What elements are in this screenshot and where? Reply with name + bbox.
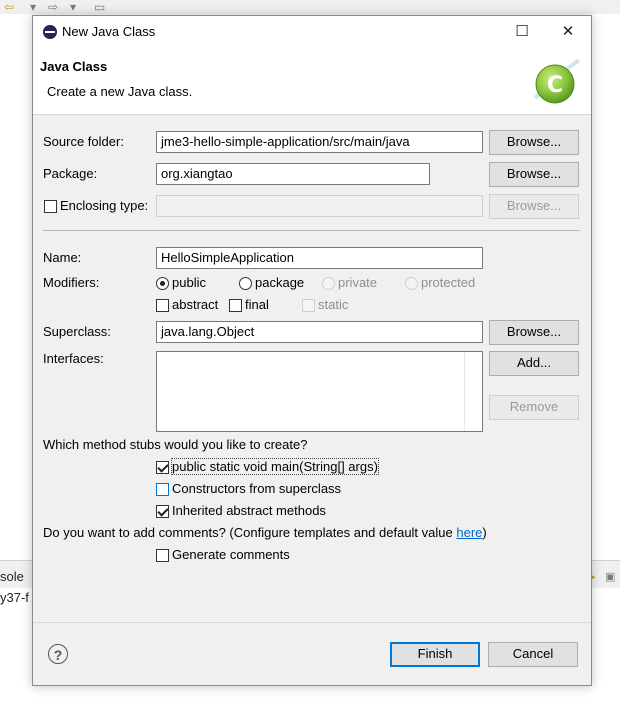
new-java-class-dialog: New Java Class ☐ ✕ Java Class Create a n… bbox=[32, 15, 592, 686]
final-label: final bbox=[245, 297, 269, 312]
source-folder-label: Source folder: bbox=[43, 134, 124, 149]
modifier-protected-label: protected bbox=[421, 275, 476, 290]
browse-enclosing-type-button[interactable]: Browse... bbox=[489, 194, 579, 219]
configure-templates-link[interactable]: here bbox=[456, 525, 482, 540]
console-tab-label[interactable]: sole bbox=[0, 569, 24, 584]
dropdown-icon[interactable]: ▾ bbox=[30, 0, 36, 14]
abstract-checkbox[interactable] bbox=[156, 299, 169, 312]
inherited-stub-checkbox[interactable] bbox=[156, 505, 169, 518]
browse-source-folder-button[interactable]: Browse... bbox=[489, 130, 579, 155]
cancel-button[interactable]: Cancel bbox=[488, 642, 578, 667]
modifier-protected-radio[interactable] bbox=[405, 277, 418, 290]
java-class-logo-icon: C bbox=[533, 58, 581, 104]
console-line: y37-f bbox=[0, 590, 29, 605]
enclosing-type-field[interactable] bbox=[156, 195, 483, 217]
package-label: Package: bbox=[43, 166, 98, 181]
modifier-package-label: package bbox=[255, 275, 305, 290]
class-name-field[interactable]: HelloSimpleApplication bbox=[156, 247, 483, 269]
comments-question-suffix: ) bbox=[482, 525, 487, 540]
header-title: Java Class bbox=[40, 59, 108, 74]
header-description: Create a new Java class. bbox=[47, 84, 193, 99]
comments-question-prefix: Do you want to add comments? (Configure … bbox=[43, 525, 457, 540]
dialog-header: Java Class Create a new Java class. C bbox=[33, 48, 591, 115]
superclass-label: Superclass: bbox=[43, 324, 111, 339]
modifier-public-radio[interactable] bbox=[156, 277, 169, 290]
modifiers-label: Modifiers: bbox=[43, 275, 100, 290]
enclosing-type-checkbox[interactable] bbox=[44, 200, 57, 213]
maximize-button[interactable]: ☐ bbox=[499, 16, 545, 48]
main-stub-checkbox[interactable] bbox=[156, 461, 169, 474]
generate-comments-label: Generate comments bbox=[172, 547, 290, 562]
back-arrow-icon[interactable]: ⇦ bbox=[4, 0, 14, 14]
finish-button[interactable]: Finish bbox=[390, 642, 480, 667]
main-stub-label: public static void main(String[] args) bbox=[171, 458, 379, 475]
abstract-label: abstract bbox=[172, 297, 219, 312]
console-display-icon[interactable]: ▣ bbox=[605, 570, 615, 583]
dropdown-icon-2[interactable]: ▾ bbox=[70, 0, 76, 14]
enclosing-type-label: Enclosing type: bbox=[60, 198, 149, 213]
browse-package-button[interactable]: Browse... bbox=[489, 162, 579, 187]
package-field[interactable]: org.xiangtao bbox=[156, 163, 430, 185]
eclipse-icon bbox=[43, 25, 57, 39]
title-bar[interactable]: New Java Class ☐ ✕ bbox=[33, 16, 591, 48]
help-icon[interactable]: ? bbox=[48, 644, 68, 664]
modifier-private-label: private bbox=[338, 275, 378, 290]
modifier-package-radio[interactable] bbox=[239, 277, 252, 290]
interfaces-label: Interfaces: bbox=[43, 351, 104, 366]
static-checkbox[interactable] bbox=[302, 299, 315, 312]
separator bbox=[43, 230, 580, 231]
edit-icon[interactable]: ▭ bbox=[94, 0, 105, 14]
close-button[interactable]: ✕ bbox=[545, 16, 591, 48]
source-folder-field[interactable]: jme3-hello-simple-application/src/main/j… bbox=[156, 131, 483, 153]
modifier-public-label: public bbox=[172, 275, 206, 290]
generate-comments-checkbox[interactable] bbox=[156, 549, 169, 562]
constructors-stub-label: Constructors from superclass bbox=[172, 481, 342, 496]
forward-arrow-icon[interactable]: ⇨ bbox=[48, 0, 58, 14]
interfaces-list[interactable] bbox=[156, 351, 483, 432]
modifier-private-radio[interactable] bbox=[322, 277, 335, 290]
comments-question: Do you want to add comments? (Configure … bbox=[43, 525, 487, 540]
name-label: Name: bbox=[43, 250, 82, 265]
superclass-field[interactable]: java.lang.Object bbox=[156, 321, 483, 343]
svg-text:C: C bbox=[547, 73, 563, 98]
ide-toolbar: ⇦ ▾ ⇨ ▾ ▭ bbox=[0, 0, 620, 14]
inherited-stub-label: Inherited abstract methods bbox=[172, 503, 326, 518]
constructors-stub-checkbox[interactable] bbox=[156, 483, 169, 496]
remove-interface-button[interactable]: Remove bbox=[489, 395, 579, 420]
browse-superclass-button[interactable]: Browse... bbox=[489, 320, 579, 345]
add-interface-button[interactable]: Add... bbox=[489, 351, 579, 376]
window-title: New Java Class bbox=[62, 24, 156, 39]
stubs-question: Which method stubs would you like to cre… bbox=[43, 437, 308, 452]
final-checkbox[interactable] bbox=[229, 299, 242, 312]
interfaces-scrollbar[interactable] bbox=[464, 352, 482, 431]
footer-separator bbox=[33, 622, 591, 623]
static-label: static bbox=[318, 297, 349, 312]
